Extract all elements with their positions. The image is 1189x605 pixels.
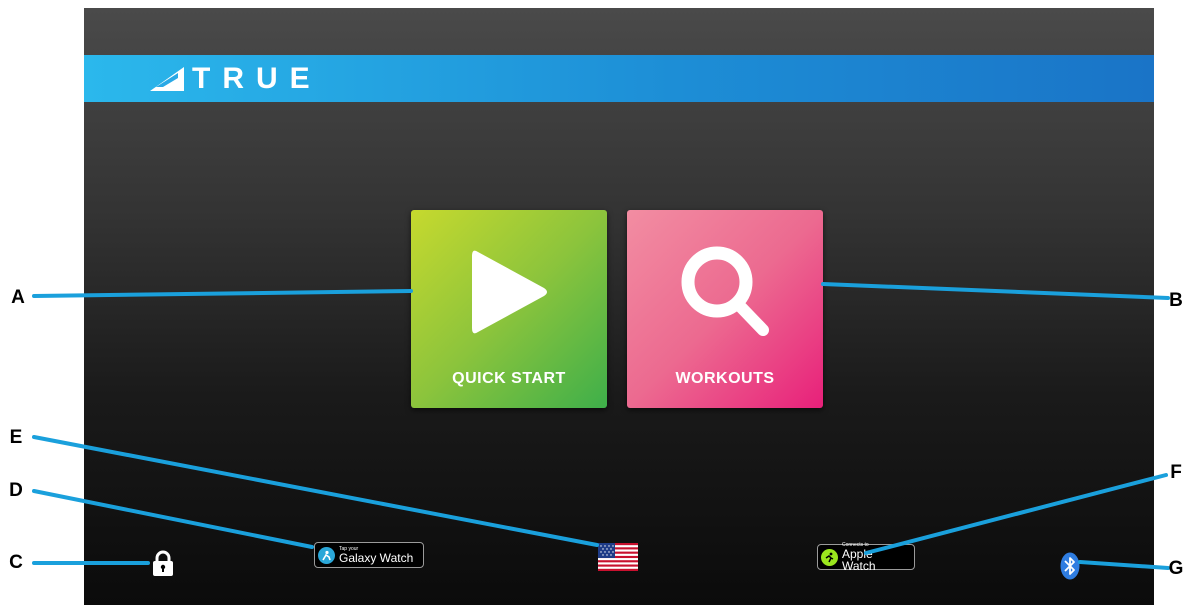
workouts-label: WORKOUTS (675, 370, 775, 387)
us-flag-icon[interactable] (598, 543, 638, 571)
apple-watch-badge[interactable]: Connects to Apple Watch (817, 542, 915, 573)
apple-fitness-icon (821, 548, 838, 566)
callout-label-d: D (9, 480, 23, 501)
callout-label-c: C (9, 552, 23, 573)
galaxy-watch-badge[interactable]: Tap your Galaxy Watch (314, 542, 424, 568)
callout-label-g: G (1168, 558, 1184, 579)
callout-label-a: A (11, 287, 25, 308)
galaxy-watch-main-text: Galaxy Watch (339, 550, 414, 565)
play-icon (472, 250, 547, 334)
callout-label-b: B (1169, 290, 1183, 311)
callout-label-e: E (9, 427, 23, 448)
quick-start-label: QUICK START (452, 370, 566, 387)
workouts-tile[interactable]: WORKOUTS (627, 210, 823, 408)
true-logo-triangle-icon (150, 67, 184, 91)
callout-label-f: F (1170, 462, 1182, 483)
apple-watch-main-text: Apple Watch (842, 546, 876, 573)
search-icon (681, 246, 769, 336)
samsung-health-icon (318, 546, 335, 564)
quick-start-tile[interactable]: QUICK START (411, 210, 607, 408)
brand-header-bar: TRUE (84, 55, 1154, 102)
lock-icon[interactable] (152, 550, 174, 576)
bluetooth-icon[interactable] (1060, 552, 1080, 580)
console-screen: TRUE QUICK START WORKOUTS Tap your Galax… (84, 8, 1154, 605)
brand-name: TRUE (192, 62, 322, 95)
brand-logo: TRUE (150, 62, 322, 95)
